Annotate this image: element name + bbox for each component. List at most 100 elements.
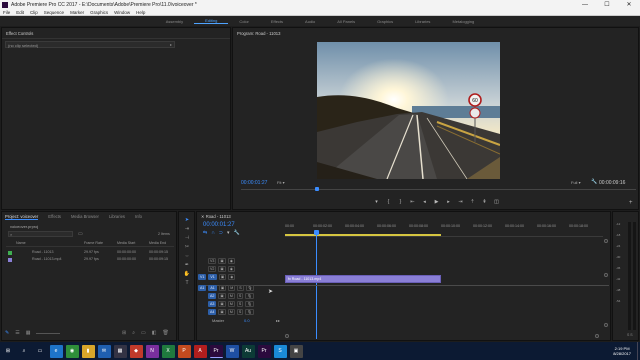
search-taskbar-icon[interactable]: ⌕ xyxy=(18,345,31,358)
tab-project[interactable]: Project: voiceover xyxy=(5,214,39,220)
automate-icon[interactable]: ⊞ xyxy=(122,330,126,336)
add-marker-icon[interactable]: ▾ xyxy=(227,230,230,236)
trash-icon[interactable]: 🗑 xyxy=(162,330,168,336)
project-row[interactable]: Road - 11013 29.97 fps 00:00:00:00 00:00… xyxy=(6,249,174,256)
menu-edit[interactable]: Edit xyxy=(13,10,27,15)
maximize-button[interactable]: ☐ xyxy=(596,0,618,9)
audition-icon[interactable]: Au xyxy=(241,344,255,358)
pen-tool-icon[interactable]: ✒ xyxy=(183,261,191,269)
linked-selection-icon[interactable]: ⊃ xyxy=(219,230,223,236)
toggle-sync-lock-icon[interactable]: ▣ xyxy=(218,284,227,291)
workspace-color[interactable]: Color xyxy=(228,19,260,24)
add-button-icon[interactable]: + xyxy=(629,200,633,206)
mute-button[interactable]: M xyxy=(227,300,235,307)
program-video-frame[interactable]: 60 xyxy=(317,42,500,179)
source-patch-v1[interactable]: V1 xyxy=(198,273,207,280)
pencil-icon[interactable]: ✎ xyxy=(5,330,9,336)
clip-select-field[interactable]: (no clip selected) ▸ xyxy=(5,41,175,48)
tab-info[interactable]: Info xyxy=(135,214,142,220)
mute-button[interactable]: M xyxy=(228,284,236,291)
source-patch-a1[interactable]: A1 xyxy=(198,284,207,291)
edge-browser-icon[interactable]: e xyxy=(49,344,63,358)
nest-icon[interactable]: ⇆ xyxy=(203,230,207,236)
tab-program-monitor[interactable]: Program: Road - 11013 xyxy=(237,31,280,36)
system-clock[interactable]: 2:19 PM 8/28/2017 xyxy=(613,346,631,356)
step-forward-button[interactable]: ▸ xyxy=(445,198,452,205)
project-row[interactable]: Road - 11013.mp4 29.97 fps 00:00:00:00 0… xyxy=(6,256,174,263)
slip-tool-icon[interactable]: ⇔ xyxy=(183,252,191,260)
minimize-button[interactable]: — xyxy=(574,0,596,9)
excel-icon[interactable]: X xyxy=(161,344,175,358)
column-media-start[interactable]: Media Start xyxy=(117,241,135,245)
new-item-icon[interactable]: ◧ xyxy=(152,330,157,336)
mute-button[interactable]: M xyxy=(227,292,235,299)
workspace-metalogging[interactable]: Metalogging xyxy=(441,19,485,24)
hscroll-left-handle[interactable] xyxy=(285,334,289,338)
menu-window[interactable]: Window xyxy=(111,10,133,15)
fit-dropdown[interactable]: Fit ▾ xyxy=(277,180,285,185)
tab-libraries[interactable]: Libraries xyxy=(109,214,125,220)
step-back-button[interactable]: ◂ xyxy=(421,198,428,205)
tab-effect-controls[interactable]: Effect Controls xyxy=(6,31,33,36)
workspace-assembly[interactable]: Assembly xyxy=(155,19,194,24)
new-bin-icon[interactable]: ▭ xyxy=(78,231,83,237)
track-target[interactable]: A1 xyxy=(208,284,217,291)
ripple-edit-tool-icon[interactable]: ⊣ xyxy=(183,234,191,242)
hscroll-right-handle[interactable] xyxy=(595,334,599,338)
solo-button[interactable]: S xyxy=(236,292,244,299)
toggle-output-eye-icon[interactable]: ◉ xyxy=(228,273,236,280)
file-explorer-icon[interactable]: ▮ xyxy=(81,344,95,358)
acrobat-icon[interactable]: A xyxy=(193,344,207,358)
source-patch[interactable]: V2 xyxy=(208,265,217,272)
go-to-end-icon[interactable]: ▸▸ xyxy=(276,318,280,323)
powerpoint-icon[interactable]: P xyxy=(177,344,191,358)
toggle-sync-lock-icon[interactable]: ▣ xyxy=(218,308,226,315)
tab-effects[interactable]: Effects xyxy=(48,214,61,220)
workspace-all-panels[interactable]: All Panels xyxy=(326,19,366,24)
mark-out-button[interactable]: } xyxy=(397,198,404,205)
microphone-icon[interactable]: 🎙 xyxy=(245,308,254,315)
go-to-in-button[interactable]: ⇤ xyxy=(409,198,416,205)
toggle-sync-lock-icon[interactable]: ▣ xyxy=(218,300,226,307)
menu-marker[interactable]: Marker xyxy=(67,10,87,15)
solo-button[interactable]: S xyxy=(236,308,244,315)
solo-meter-buttons[interactable]: S S xyxy=(627,333,633,337)
extract-button[interactable]: ⇞ xyxy=(481,198,488,205)
tab-media-browser[interactable]: Media Browser xyxy=(71,214,99,220)
start-button-icon[interactable]: ⊞ xyxy=(2,345,15,358)
project-search-input[interactable]: ⌕ xyxy=(8,231,73,237)
track-target[interactable]: A4 xyxy=(208,308,217,315)
close-button[interactable]: ✕ xyxy=(618,0,640,9)
scroll-handle-mid[interactable] xyxy=(604,273,608,277)
export-frame-button[interactable]: ◫ xyxy=(493,198,500,205)
menu-graphics[interactable]: Graphics xyxy=(87,10,111,15)
track-target[interactable]: A2 xyxy=(208,292,217,299)
workspace-graphics[interactable]: Graphics xyxy=(366,19,404,24)
menu-clip[interactable]: Clip xyxy=(27,10,41,15)
scroll-handle-top[interactable] xyxy=(604,239,608,243)
column-frame-rate[interactable]: Frame Rate xyxy=(84,241,103,245)
go-to-out-button[interactable]: ⇥ xyxy=(457,198,464,205)
tab-timeline[interactable]: ✕ Road - 11013 xyxy=(201,214,231,219)
add-marker-button[interactable]: ▾ xyxy=(373,198,380,205)
play-button[interactable]: ▶ xyxy=(433,198,440,205)
menu-sequence[interactable]: Sequence xyxy=(41,10,67,15)
mute-button[interactable]: M xyxy=(227,308,235,315)
word-icon[interactable]: W xyxy=(225,344,239,358)
microphone-icon[interactable]: 🎙 xyxy=(245,300,254,307)
workspace-audio[interactable]: Audio xyxy=(294,19,326,24)
app-icon[interactable]: ◆ xyxy=(129,344,143,358)
new-bin-button-icon[interactable]: ▭ xyxy=(141,330,146,336)
toggle-output-eye-icon[interactable]: ◉ xyxy=(227,257,235,264)
menu-file[interactable]: File xyxy=(0,10,13,15)
program-playhead-timecode[interactable]: 00:00:01:27 xyxy=(241,180,267,186)
program-scrub-bar[interactable] xyxy=(241,189,636,190)
task-view-icon[interactable]: ▭ xyxy=(34,345,47,358)
wrench-icon[interactable]: 🔧 xyxy=(591,179,597,185)
master-volume[interactable]: 0.0 xyxy=(244,318,250,323)
workspace-effects[interactable]: Effects xyxy=(260,19,294,24)
chrome-icon[interactable]: ◉ xyxy=(65,344,79,358)
razor-tool-icon[interactable]: ✂ xyxy=(183,243,191,251)
icon-view-icon[interactable]: ▦ xyxy=(26,330,31,336)
onenote-icon[interactable]: N xyxy=(145,344,159,358)
